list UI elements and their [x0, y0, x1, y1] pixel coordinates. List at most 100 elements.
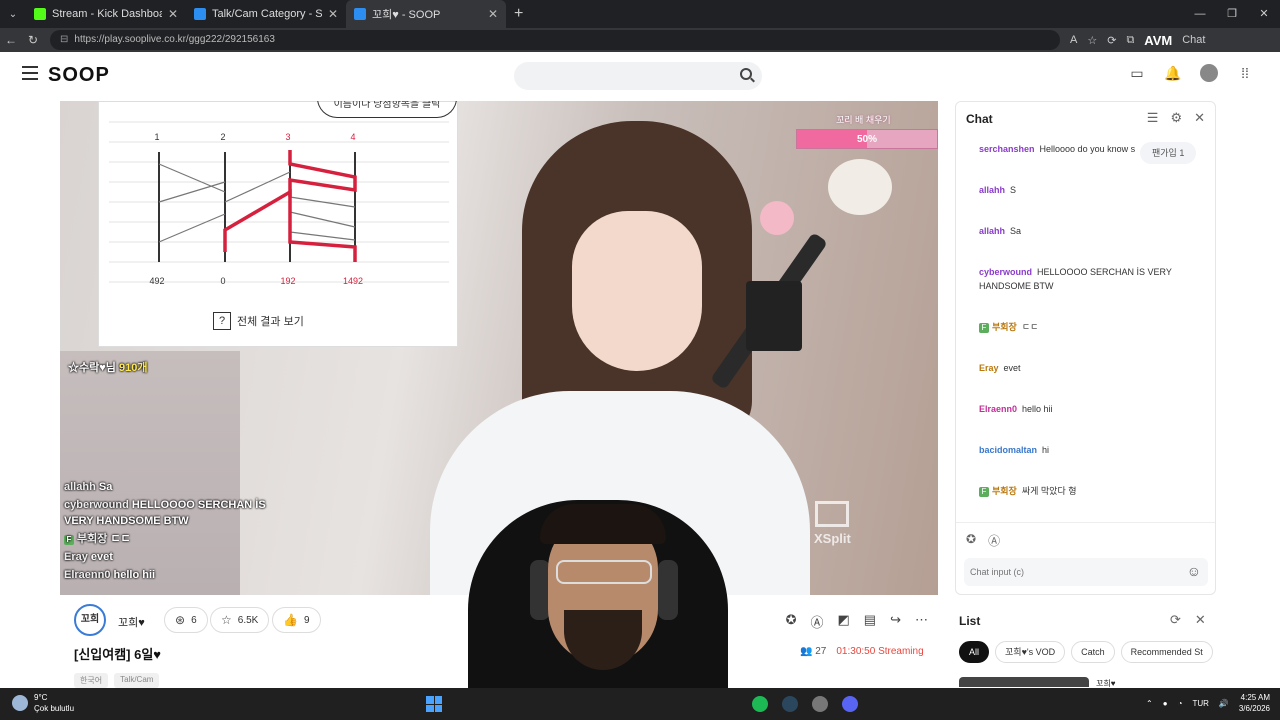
settings-gear-icon[interactable]: ⚙	[1170, 110, 1182, 126]
start-button[interactable]	[426, 696, 442, 712]
close-tab-icon[interactable]: ✕	[328, 7, 338, 21]
tag-language[interactable]: 한국어	[74, 673, 109, 688]
language-indicator[interactable]: TUR	[1192, 699, 1208, 708]
browser-tab-stream[interactable]: 꼬희♥ - SOOP ✕	[346, 0, 506, 28]
steam-icon[interactable]	[782, 696, 798, 712]
chat-input[interactable]	[964, 558, 1208, 586]
app-icon[interactable]	[812, 696, 828, 712]
gift-count-label: ☆수락♥님	[68, 362, 116, 374]
chat-username[interactable]: Elraenn0	[979, 404, 1017, 414]
ladder-value-3: 192	[280, 276, 295, 286]
extensions-icon[interactable]: ⧉	[1126, 34, 1134, 47]
back-icon[interactable]: ←	[0, 33, 22, 47]
spotify-icon[interactable]	[752, 696, 768, 712]
gift-balloon-icon[interactable]: ✪	[786, 612, 797, 631]
chat-header-icons: ☰ ⚙ ✕	[1147, 110, 1205, 126]
favorite-button[interactable]: ☆ 6.5K	[210, 607, 270, 633]
weather-widget[interactable]: 9°C Çok bulutlu	[12, 692, 74, 714]
avm-extension[interactable]: AVM	[1144, 33, 1172, 48]
fan-badge-icon: F	[979, 323, 989, 333]
close-chat-icon[interactable]: ✕	[1194, 110, 1205, 126]
chat-username[interactable]: allahh	[979, 185, 1005, 195]
tray-expand-icon[interactable]: ⌃	[1146, 699, 1153, 708]
browser-tabbar: ⌄ Stream - Kick Dashboard ✕ Talk/Cam Cat…	[0, 0, 1280, 28]
streamer-avatar[interactable]: 꼬희	[74, 604, 106, 636]
share-icon[interactable]: ↪	[890, 612, 901, 631]
tray-app-icon[interactable]: ●	[1163, 699, 1168, 708]
more-options-icon[interactable]: ⋯	[915, 612, 928, 631]
video-chat-line: Elraenn0 hello hii	[64, 569, 156, 581]
emoji-icon[interactable]: ☺	[1187, 563, 1201, 579]
ladder-column-3: 3	[285, 132, 290, 142]
new-tab-icon[interactable]: +	[514, 5, 523, 23]
video-chat-line: Eray evet	[64, 551, 113, 563]
network-icon[interactable]: ◔	[1178, 699, 1183, 708]
soop-logo[interactable]: SOOP	[48, 64, 110, 87]
chat-username[interactable]: bacidomaltan	[979, 445, 1037, 455]
discord-icon[interactable]	[842, 696, 858, 712]
browser-tab-kick[interactable]: Stream - Kick Dashboard ✕	[26, 0, 186, 28]
badge-count-button[interactable]: ⊛ 6	[164, 607, 208, 633]
chat-username[interactable]: cyberwound	[979, 267, 1032, 277]
chat-username[interactable]: serchanshen	[979, 144, 1035, 154]
chat-message: F 부회장 싸게 막았다 형	[979, 484, 1209, 498]
clock[interactable]: 4:25 AM 3/6/2026	[1239, 692, 1270, 714]
fan-join-tag[interactable]: 팬가입 1	[1140, 142, 1197, 164]
speaker-icon[interactable]: 🔊	[1219, 699, 1229, 708]
close-window-icon[interactable]: ✕	[1248, 0, 1280, 28]
sticker-icon[interactable]: ◩	[838, 612, 850, 631]
chat-username[interactable]: 부회장	[992, 486, 1017, 496]
like-button[interactable]: 👍 9	[272, 607, 321, 633]
streamer-name[interactable]: 꼬희♥	[118, 614, 145, 630]
chat-panel: Chat ☰ ⚙ ✕ serchanshen Helloooo do you kn…	[955, 101, 1216, 595]
star-balloon-icon[interactable]: ✪	[966, 532, 976, 549]
gift-count-overlay: ☆수락♥님 910개	[68, 359, 147, 375]
list-tab-catch[interactable]: Catch	[1071, 641, 1115, 663]
shop-icon[interactable]: ▤	[864, 612, 876, 631]
weather-cloud-icon	[12, 695, 28, 711]
reload-icon[interactable]: ↻	[22, 33, 44, 47]
site-info-icon[interactable]: ⊟	[60, 30, 68, 50]
browser-tab-category[interactable]: Talk/Cam Category - SOOP ✕	[186, 0, 346, 28]
chat-username[interactable]: Eray	[979, 363, 999, 373]
url-field[interactable]: ⊟ https://play.sooplive.co.kr/ggg222/292…	[50, 30, 1060, 50]
apps-grid-icon[interactable]: ⁞⁞	[1236, 64, 1254, 82]
headset-right	[658, 560, 678, 620]
favorite-star-icon[interactable]: ☆	[1087, 34, 1097, 47]
list-title: List	[959, 614, 981, 628]
ad-balloon-icon[interactable]: Ⓐ	[810, 612, 823, 631]
restore-icon[interactable]: ❐	[1216, 0, 1248, 28]
refresh-list-icon[interactable]: ⟳	[1170, 612, 1181, 628]
minimize-icon[interactable]: —	[1184, 0, 1216, 28]
notification-bell-icon[interactable]: 🔔	[1164, 64, 1182, 82]
list-tab-all[interactable]: All	[959, 641, 990, 663]
video-player[interactable]: 1 2 3 4 492 0 192 1492 이름이나 당첨항목을 클릭 ? 전…	[60, 101, 938, 595]
list-tab-recommended[interactable]: Recommended St	[1120, 641, 1213, 663]
tab-list-icon[interactable]: ⌄	[0, 0, 26, 28]
search-input[interactable]	[514, 62, 762, 90]
header-icons: ▭ 🔔 ⁞⁞	[1128, 64, 1254, 82]
user-list-icon[interactable]: ☰	[1147, 110, 1159, 126]
list-tab-vod[interactable]: 꼬희♥'s VOD	[995, 641, 1066, 663]
tab-title: Stream - Kick Dashboard	[52, 8, 162, 20]
chat-message: allahh Sa	[979, 226, 1022, 236]
chat-link[interactable]: Chat	[1182, 34, 1205, 46]
read-aloud-icon[interactable]: A	[1070, 34, 1077, 46]
list-item-thumbnail[interactable]	[959, 677, 1089, 687]
video-chat-line: F 부회장 ㄷㄷ	[64, 531, 284, 547]
close-list-icon[interactable]: ✕	[1195, 612, 1206, 628]
chat-username[interactable]: allahh	[979, 226, 1005, 236]
profile-avatar[interactable]	[1200, 64, 1218, 82]
viewer-count: 👥 27	[800, 646, 827, 657]
refresh-icon[interactable]: ⟳	[1107, 34, 1116, 47]
menu-icon[interactable]	[22, 66, 38, 80]
stream-meta: 👥 27 01:30:50 Streaming	[800, 646, 924, 657]
close-tab-icon[interactable]: ✕	[168, 7, 178, 21]
tag-category[interactable]: Talk/Cam	[114, 673, 160, 688]
broadcast-icon[interactable]: ▭	[1128, 64, 1146, 82]
chat-username[interactable]: 부회장	[992, 322, 1017, 332]
search-icon[interactable]	[740, 68, 752, 80]
close-tab-icon[interactable]: ✕	[488, 7, 498, 21]
site-header: SOOP ▭ 🔔 ⁞⁞	[0, 52, 1280, 98]
ad-balloon-icon[interactable]: Ⓐ	[988, 532, 1000, 549]
